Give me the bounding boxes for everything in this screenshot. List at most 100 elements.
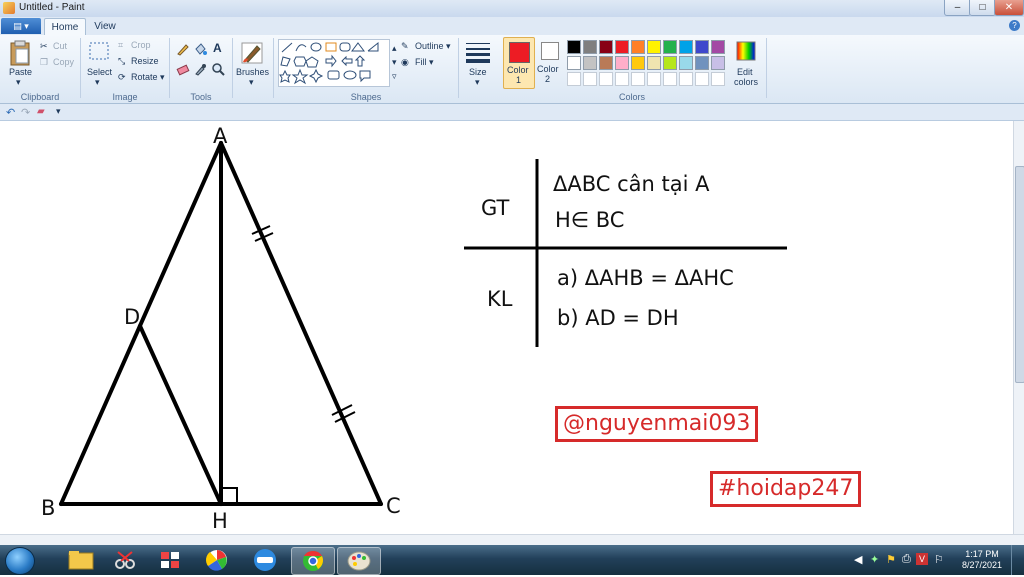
palette-swatch[interactable] [711, 56, 725, 70]
resize-button[interactable]: Resize [131, 56, 159, 66]
device-icon[interactable]: ⎙ [902, 553, 911, 566]
palette-swatch[interactable] [615, 56, 629, 70]
close-button[interactable]: ✕ [994, 0, 1024, 16]
flag-icon[interactable]: ⚐ [934, 553, 944, 566]
brushes-dropdown-icon[interactable]: ▾ [249, 77, 254, 88]
shapes-scroll-up-icon[interactable]: ▴ [392, 43, 397, 54]
palette-swatch[interactable] [567, 40, 581, 54]
select-dropdown-icon[interactable]: ▾ [95, 77, 100, 88]
edit-colors-label[interactable]: Edit [737, 67, 753, 77]
edit-colors-icon[interactable] [736, 41, 756, 61]
custom-color-slot[interactable] [663, 72, 677, 86]
custom-color-slot[interactable] [647, 72, 661, 86]
color1-button[interactable]: Color 1 [503, 37, 535, 89]
palette-swatch[interactable] [599, 56, 613, 70]
custom-color-slot[interactable] [599, 72, 613, 86]
eraser-qat-icon[interactable]: ▰ [37, 106, 45, 117]
taskbar-explorer[interactable] [60, 547, 102, 573]
size-dropdown-icon[interactable]: ▾ [475, 77, 480, 88]
custom-color-slot[interactable] [679, 72, 693, 86]
shapes-more-icon[interactable]: ▿ [392, 71, 397, 82]
custom-color-slot[interactable] [695, 72, 709, 86]
size-button[interactable]: Size [469, 67, 487, 77]
customize-qat-icon[interactable]: ▾ [56, 106, 61, 117]
palette-swatch[interactable] [679, 56, 693, 70]
tab-home[interactable]: Home [44, 18, 86, 36]
palette-swatch[interactable] [647, 56, 661, 70]
help-icon[interactable]: ? [1009, 20, 1020, 31]
custom-color-slot[interactable] [711, 72, 725, 86]
custom-color-slot[interactable] [583, 72, 597, 86]
palette-swatch[interactable] [583, 56, 597, 70]
undo-icon[interactable]: ↶ [6, 106, 15, 119]
shapes-gallery[interactable] [278, 39, 390, 87]
palette-swatch[interactable] [711, 40, 725, 54]
palette-swatch[interactable] [583, 40, 597, 54]
cut-button[interactable]: Cut [53, 41, 67, 51]
taskbar-zalo[interactable] [244, 547, 286, 573]
paste-dropdown-icon[interactable]: ▾ [16, 77, 21, 88]
brush-icon[interactable] [239, 40, 265, 66]
brushes-button[interactable]: Brushes [236, 67, 269, 77]
custom-color-slot[interactable] [631, 72, 645, 86]
show-desktop-button[interactable] [1011, 545, 1024, 575]
rotate-button[interactable]: Rotate ▾ [131, 72, 165, 83]
color-picker-icon[interactable] [193, 62, 207, 76]
fill-button[interactable]: Fill ▾ [415, 57, 434, 68]
taskbar-picasa[interactable] [196, 547, 238, 573]
outline-button[interactable]: Outline ▾ [415, 41, 451, 52]
maximize-button[interactable]: □ [969, 0, 996, 16]
palette-swatch[interactable] [695, 56, 709, 70]
taskbar-chrome[interactable] [291, 547, 335, 575]
network-icon[interactable]: ✦ [870, 553, 879, 566]
palette-swatch[interactable] [631, 40, 645, 54]
color2-button[interactable]: Color 2 [536, 37, 564, 87]
palette-swatch[interactable] [663, 40, 677, 54]
vertical-scrollbar[interactable] [1013, 121, 1024, 534]
chrome-icon [303, 550, 323, 571]
eraser-icon[interactable] [176, 62, 190, 76]
volume-icon[interactable]: ◀ [854, 553, 862, 566]
select-button[interactable]: Select [87, 67, 112, 77]
taskbar-app-grid[interactable] [150, 547, 192, 573]
paste-button[interactable]: Paste [9, 67, 32, 77]
paint-app-icon[interactable] [3, 2, 15, 14]
notification-icon[interactable]: ⚑ [886, 553, 896, 566]
system-clock[interactable]: 1:17 PM 8/27/2021 [962, 549, 1002, 571]
crop-button[interactable]: Crop [131, 40, 151, 50]
custom-color-slot[interactable] [615, 72, 629, 86]
redo-icon[interactable]: ↷ [21, 106, 30, 119]
select-icon[interactable] [88, 41, 110, 63]
drawing-canvas[interactable]: A B C D H GT ΔABC cân tại A H∈ BC KL a) … [0, 121, 1013, 534]
copy-button[interactable]: Copy [53, 57, 74, 67]
edit-colors-label-2[interactable]: colors [734, 77, 758, 87]
start-button[interactable] [5, 547, 35, 575]
minimize-button[interactable]: – [944, 0, 971, 16]
shapes-scroll-down-icon[interactable]: ▾ [392, 57, 397, 68]
vertical-scroll-thumb[interactable] [1015, 166, 1024, 383]
palette-swatch[interactable] [695, 40, 709, 54]
resize-icon: ⤡ [118, 56, 126, 66]
palette-swatch[interactable] [615, 40, 629, 54]
pencil-icon[interactable] [176, 42, 190, 56]
ribbon-tab-bar: ▤ ▾ Home View ? [0, 17, 1024, 36]
paint-menu-button[interactable]: ▤ ▾ [1, 18, 41, 34]
taskbar-paint[interactable] [337, 547, 381, 575]
tab-view[interactable]: View [88, 18, 122, 35]
text-tool-icon[interactable]: A [213, 41, 222, 55]
palette-swatch[interactable] [679, 40, 693, 54]
vpn-icon[interactable]: V [916, 553, 928, 565]
magnifier-icon[interactable] [211, 62, 225, 76]
fill-bucket-icon[interactable] [193, 42, 207, 56]
palette-swatch[interactable] [663, 56, 677, 70]
paste-icon[interactable] [9, 40, 31, 66]
taskbar: ◀ ✦ ⚑ ⎙ V ⚐ 1:17 PM 8/27/2021 [0, 545, 1024, 575]
palette-swatch[interactable] [631, 56, 645, 70]
size-icon[interactable] [466, 41, 490, 63]
palette-swatch[interactable] [567, 56, 581, 70]
custom-color-slot[interactable] [567, 72, 581, 86]
taskbar-snipping-tool[interactable] [104, 547, 146, 573]
palette-swatch[interactable] [599, 40, 613, 54]
palette-swatch[interactable] [647, 40, 661, 54]
pinwheel-icon [206, 550, 227, 571]
